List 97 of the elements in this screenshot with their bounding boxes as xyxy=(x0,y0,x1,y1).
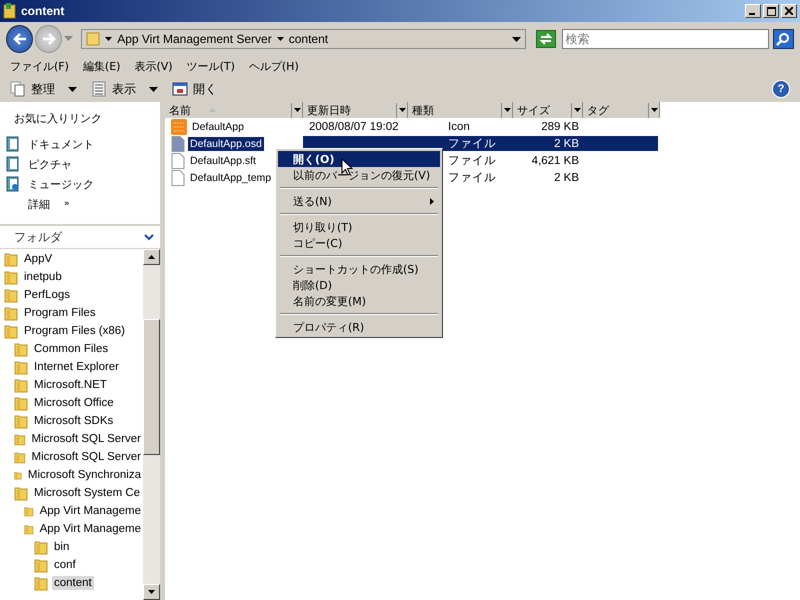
tree-item[interactable]: Program Files xyxy=(22,306,98,320)
help-button[interactable]: ? xyxy=(772,80,790,98)
chevron-icon xyxy=(144,234,154,240)
menu-item[interactable]: ファイル(F) xyxy=(10,58,69,74)
type-cell: Icon xyxy=(448,120,470,132)
tree-item[interactable]: PerfLogs xyxy=(22,288,72,302)
maximize-icon xyxy=(766,6,776,16)
tree-item[interactable]: Common Files xyxy=(32,342,110,356)
file-name[interactable]: DefaultApp_temp xyxy=(188,170,274,184)
column-header[interactable]: タグ xyxy=(583,102,660,118)
tree-item[interactable]: Microsoft SQL Server xyxy=(30,432,143,446)
dropdown-icon xyxy=(650,108,658,112)
type-cell: ファイル xyxy=(448,138,496,150)
column-header[interactable]: サイズ xyxy=(513,102,583,118)
breadcrumb[interactable]: content xyxy=(288,32,328,46)
address-bar[interactable]: App Virt Management Server content xyxy=(81,29,526,49)
type-cell: ファイル xyxy=(448,172,496,184)
date-cell: 2008/08/07 19:02 xyxy=(309,120,399,132)
favorite-link[interactable]: ピクチャ xyxy=(6,156,160,172)
tree-item[interactable]: Microsoft.NET xyxy=(32,378,109,392)
toolbar-button[interactable]: 表示 xyxy=(91,80,158,98)
menu-item[interactable]: 開く(O) xyxy=(278,151,440,167)
tree-item[interactable]: bin xyxy=(52,540,72,554)
favorite-link[interactable]: ドキュメント xyxy=(6,136,160,152)
tree-item[interactable]: conf xyxy=(52,558,78,572)
menu-item[interactable]: プロパティ(R) xyxy=(278,319,440,335)
section-title: お気に入りリンク xyxy=(13,111,103,127)
chevron-icon[interactable] xyxy=(276,37,284,41)
left-arrow-icon xyxy=(12,33,27,45)
toolbar-button[interactable]: 整理 xyxy=(10,80,77,98)
size-cell: 289 KB xyxy=(541,120,579,132)
tree-item[interactable]: Microsoft Synchroniza xyxy=(26,468,143,482)
dropdown-icon xyxy=(294,108,300,112)
file-name[interactable]: DefaultApp xyxy=(190,120,246,134)
tree-item[interactable]: Program Files (x86) xyxy=(22,324,127,338)
search-field[interactable]: 検索 xyxy=(562,29,769,49)
file-icon xyxy=(171,170,185,186)
menu-item[interactable]: 編集(E) xyxy=(82,58,120,74)
folders-header[interactable]: フォルダ xyxy=(0,224,160,249)
favorite-link[interactable]: ミュージック xyxy=(6,176,160,192)
file-name[interactable]: DefaultApp.sft xyxy=(188,154,258,168)
tree-item[interactable]: App Virt Manageme xyxy=(38,522,143,536)
down-arrow-icon xyxy=(148,590,155,594)
tree-item[interactable]: Microsoft SQL Server xyxy=(30,450,143,464)
dropdown-icon xyxy=(398,108,406,112)
file-icon xyxy=(171,152,185,168)
toolbar-button[interactable]: 開く xyxy=(172,80,217,98)
close-button[interactable] xyxy=(781,4,797,18)
menu-item[interactable]: 以前のバージョンの復元(V) xyxy=(278,167,440,183)
chevron-icon[interactable] xyxy=(105,37,112,41)
tree-item[interactable]: AppV xyxy=(22,252,54,266)
refresh-button[interactable] xyxy=(536,30,556,48)
arrows-icon xyxy=(538,33,553,45)
tree-item[interactable]: Internet Explorer xyxy=(32,360,122,374)
tree-item[interactable]: App Virt Manageme xyxy=(38,504,143,518)
menu-item[interactable]: 表示(V) xyxy=(134,58,173,74)
breadcrumb[interactable]: App Virt Management Server xyxy=(117,32,272,46)
dropdown-icon[interactable] xyxy=(512,36,522,42)
window-icon xyxy=(172,81,188,97)
column-header[interactable]: 種類 xyxy=(408,102,513,118)
menu-item[interactable]: ツール(T) xyxy=(186,58,235,74)
grid-icon xyxy=(171,118,187,134)
minimize-button[interactable] xyxy=(745,4,761,18)
menu-item[interactable]: 名前の変更(M) xyxy=(278,293,440,309)
list-icon xyxy=(91,81,107,97)
tree-item[interactable]: Microsoft SDKs xyxy=(32,414,116,428)
tree-item[interactable]: Microsoft Office xyxy=(32,396,116,410)
pages-icon xyxy=(10,81,26,97)
file-name[interactable]: DefaultApp.osd xyxy=(188,136,264,150)
tree-item[interactable]: content xyxy=(52,576,94,590)
up-arrow-icon xyxy=(148,255,155,259)
menu-item[interactable]: コピー(C) xyxy=(278,235,440,251)
window-title: content xyxy=(21,4,64,18)
more-link[interactable]: 詳細 » xyxy=(6,196,160,212)
scrollbar[interactable] xyxy=(143,249,160,600)
size-cell: 4,621 KB xyxy=(532,154,579,166)
dropdown-icon xyxy=(504,108,510,112)
tree-item[interactable]: Microsoft System Ce xyxy=(32,486,142,500)
size-cell: 2 KB xyxy=(554,138,579,150)
dropdown-icon xyxy=(574,108,580,112)
menu-item[interactable]: 送る(N) xyxy=(278,193,440,209)
type-cell: ファイル xyxy=(448,155,496,167)
tree-item[interactable]: inetpub xyxy=(22,270,64,284)
back-button[interactable] xyxy=(6,25,34,53)
column-header[interactable]: 名前 xyxy=(165,102,303,118)
menu-item[interactable]: 切り取り(T) xyxy=(278,219,440,235)
column-header[interactable]: 更新日時 xyxy=(303,102,408,118)
close-icon xyxy=(785,7,793,15)
file-icon xyxy=(171,136,185,152)
size-cell: 2 KB xyxy=(554,172,579,184)
search-icon xyxy=(776,32,790,46)
menu-item[interactable]: 削除(D) xyxy=(278,277,440,293)
search-button[interactable] xyxy=(772,29,794,49)
maximize-button[interactable] xyxy=(763,4,779,18)
menu-item[interactable]: ヘルプ(H) xyxy=(248,58,299,74)
menu-item[interactable]: ショートカットの作成(S) xyxy=(278,261,440,277)
right-arrow-icon xyxy=(42,33,56,45)
